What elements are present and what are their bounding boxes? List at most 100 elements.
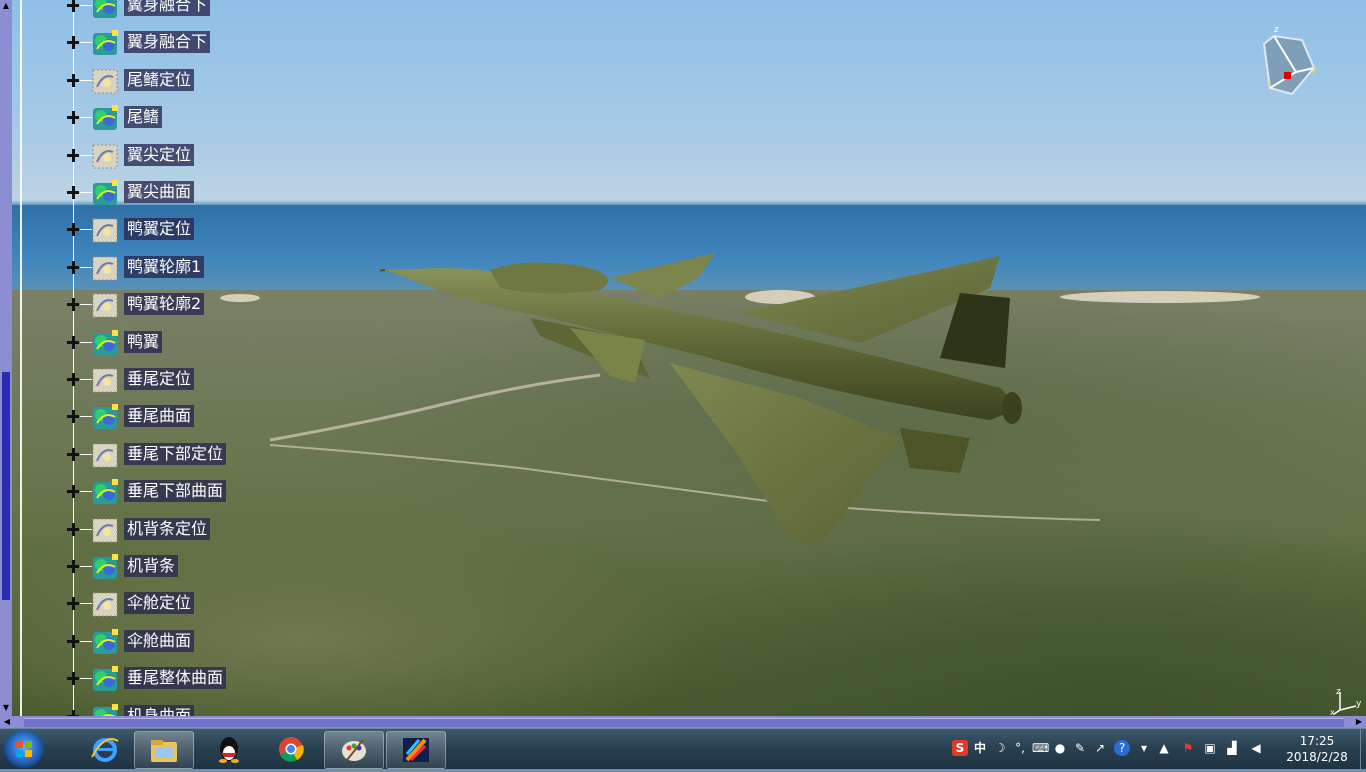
tree-node[interactable]: 尾鳍 <box>64 103 324 133</box>
tree-node[interactable]: 鸭翼定位 <box>64 215 324 245</box>
tree-node-label: 尾鳍 <box>124 106 163 129</box>
tree-node-label: 机背条定位 <box>124 517 211 540</box>
tree-node[interactable]: 伞舱定位 <box>64 589 324 619</box>
clock-time: 17:25 <box>1299 734 1335 748</box>
aircraft-model[interactable] <box>380 248 1030 548</box>
tree-node[interactable]: 尾鳍定位 <box>64 66 324 96</box>
expand-plus-icon[interactable] <box>66 409 80 424</box>
sketch-icon <box>92 368 118 393</box>
start-orb-icon[interactable] <box>4 730 44 768</box>
tree-node[interactable]: 伞舱曲面 <box>64 627 324 657</box>
taskbar-qq-button[interactable] <box>200 731 258 767</box>
compass-y-label: y <box>1312 65 1318 75</box>
expand-plus-icon[interactable] <box>66 297 80 312</box>
taskbar-paint-button[interactable] <box>324 731 384 769</box>
ime-halfwidth-icon[interactable]: ☽ <box>992 740 1008 756</box>
ime-menu-icon[interactable]: ▾ <box>1136 740 1152 756</box>
taskbar-catia-button[interactable] <box>386 731 446 769</box>
file-explorer-icon <box>151 740 177 762</box>
action-center-icon[interactable]: ⚑ <box>1180 740 1196 756</box>
device-icon[interactable]: ▣ <box>1202 740 1218 756</box>
sogou-ime-icon[interactable]: S <box>952 740 968 756</box>
taskbar: S 中 ☽ °, ⌨ ● ✎ ↗ ? ▾ ▲ ⚑ ▣ ▟ ◀ 17:25 201… <box>0 728 1366 769</box>
expand-plus-icon[interactable] <box>66 35 80 50</box>
tree-node[interactable]: 机背条定位 <box>64 515 324 545</box>
internet-explorer-icon <box>91 738 119 762</box>
tree-node-label: 伞舱曲面 <box>124 629 195 652</box>
volume-icon[interactable]: ◀ <box>1248 740 1264 756</box>
compass-x-label: x <box>1266 79 1272 89</box>
surface-icon <box>93 404 118 430</box>
taskbar-explorer-button[interactable] <box>134 731 194 769</box>
expand-plus-icon[interactable] <box>66 260 80 274</box>
hscrollbar-thumb[interactable] <box>24 718 1344 727</box>
help-icon[interactable]: ? <box>1114 740 1130 756</box>
show-hidden-icons-icon[interactable]: ▲ <box>1156 740 1172 756</box>
sketch-icon <box>92 592 118 617</box>
sketch-icon <box>92 144 118 169</box>
external-link-icon[interactable]: ↗ <box>1092 740 1108 756</box>
tree-node[interactable]: 机背条 <box>64 552 324 582</box>
surface-icon <box>93 666 118 692</box>
tree-node[interactable]: 翼身融合下 <box>64 0 324 21</box>
ime-punctuation-icon[interactable]: °, <box>1012 740 1028 756</box>
expand-plus-icon[interactable] <box>66 372 80 386</box>
keyboard-icon[interactable]: ⌨ <box>1032 740 1049 756</box>
expand-plus-icon[interactable] <box>66 73 80 87</box>
tree-node[interactable]: 翼身融合下 <box>64 28 324 58</box>
expand-plus-icon[interactable] <box>66 447 80 461</box>
taskbar-ie-button[interactable] <box>76 731 134 767</box>
show-desktop-button[interactable] <box>1360 729 1366 769</box>
tree-node[interactable]: 鸭翼 <box>64 328 324 358</box>
tree-node-label: 垂尾整体曲面 <box>124 667 227 690</box>
expand-plus-icon[interactable] <box>66 522 80 536</box>
expand-plus-icon[interactable] <box>66 596 80 611</box>
triad-z-label: z <box>1336 687 1341 697</box>
expand-plus-icon[interactable] <box>66 634 80 648</box>
expand-plus-icon[interactable] <box>66 148 80 162</box>
tree-node[interactable]: 垂尾曲面 <box>64 402 324 432</box>
expand-plus-icon[interactable] <box>66 671 80 686</box>
user-icon[interactable]: ● <box>1052 740 1068 756</box>
tree-node[interactable]: 翼尖定位 <box>64 141 324 171</box>
compass-z-label: z <box>1274 25 1279 35</box>
catia-icon <box>403 738 429 762</box>
expand-plus-icon[interactable] <box>66 484 80 499</box>
expand-plus-icon[interactable] <box>66 222 80 237</box>
tree-node-label: 垂尾定位 <box>124 368 195 390</box>
tree-node-label: 鸭翼定位 <box>124 218 195 241</box>
expand-plus-icon[interactable] <box>66 110 80 125</box>
tree-node-label: 伞舱定位 <box>124 592 195 615</box>
tree-node[interactable]: 垂尾整体曲面 <box>64 664 324 694</box>
scroll-right-arrow-icon[interactable]: ▶ <box>1354 717 1364 727</box>
wrench-icon[interactable]: ✎ <box>1072 740 1088 756</box>
tree-node[interactable]: 鸭翼轮廓2 <box>64 290 324 320</box>
clock[interactable]: 17:25 2018/2/28 <box>1274 733 1360 765</box>
ime-mode-label[interactable]: 中 <box>972 740 988 756</box>
compass-widget[interactable]: z y x <box>1256 24 1322 98</box>
expand-plus-icon[interactable] <box>66 559 80 573</box>
tree-node-label: 翼身融合下 <box>124 31 211 54</box>
tree-node[interactable]: 翼尖曲面 <box>64 178 324 208</box>
surface-icon <box>93 30 118 56</box>
surface-icon <box>93 105 118 131</box>
scroll-left-arrow-icon[interactable]: ◀ <box>2 717 12 727</box>
expand-plus-icon[interactable] <box>66 335 80 349</box>
taskbar-chrome-button[interactable] <box>262 731 320 767</box>
network-icon[interactable]: ▟ <box>1224 740 1240 756</box>
tree-node[interactable]: 垂尾下部定位 <box>64 440 324 470</box>
tree-node-label: 垂尾下部定位 <box>124 442 227 465</box>
sketch-icon <box>92 69 118 94</box>
tree-node[interactable]: 鸭翼轮廓1 <box>64 253 324 283</box>
expand-plus-icon[interactable] <box>66 185 80 199</box>
expand-plus-icon[interactable] <box>66 0 80 12</box>
sketch-icon <box>92 293 118 318</box>
chrome-icon <box>279 737 304 762</box>
surface-icon <box>93 0 117 18</box>
horizontal-scrollbar[interactable]: ◀ ▶ <box>0 716 1366 728</box>
triad-y-label: y <box>1356 699 1362 709</box>
tree-node[interactable]: 垂尾下部曲面 <box>64 477 324 507</box>
surface-icon <box>93 329 118 355</box>
qq-icon <box>219 737 239 763</box>
tree-node[interactable]: 垂尾定位 <box>64 365 324 395</box>
